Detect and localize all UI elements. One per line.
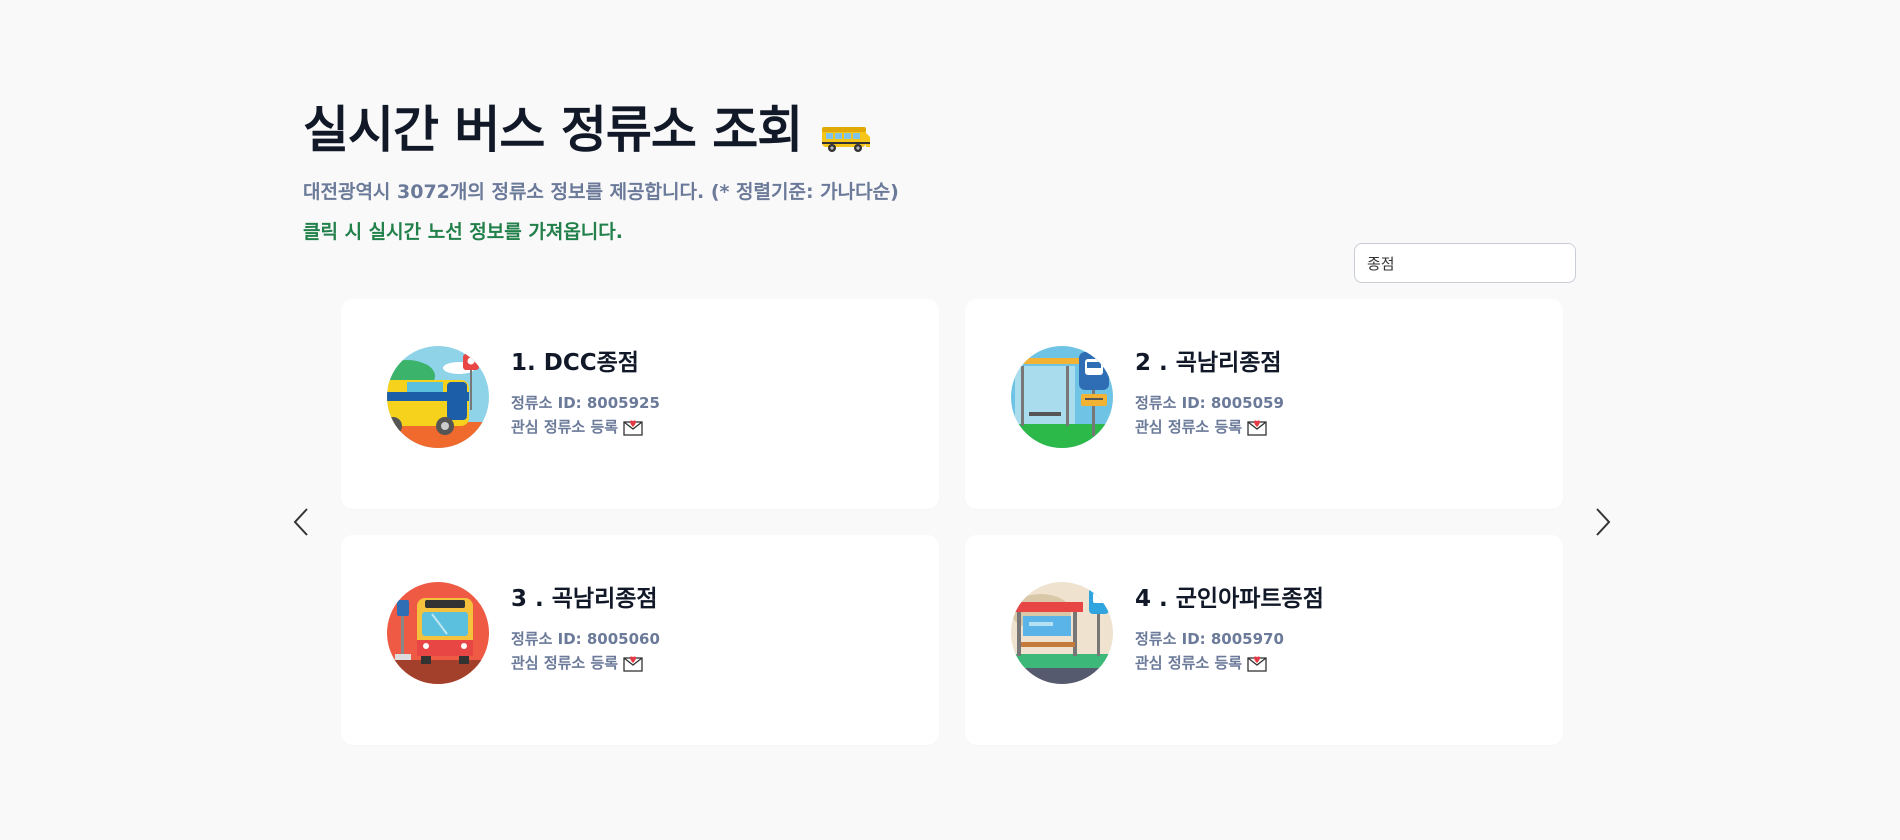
favorite-label: 관심 정류소 등록 [1135,418,1243,436]
favorite-stop-button[interactable]: 관심 정류소 등록 [1135,416,1267,437]
search-input[interactable] [1354,243,1576,283]
stop-id: 정류소 ID: 8005925 [511,394,660,412]
stop-card[interactable]: 1. DCC종점 정류소 ID: 8005925 관심 정류소 등록 [341,299,939,509]
stop-title: 2 . 곡남리종점 [1135,350,1282,376]
stop-title: 4 . 군인아파트종점 [1135,586,1324,612]
click-hint: 클릭 시 실시간 노선 정보를 가져옵니다. [303,221,623,243]
subtitle: 대전광역시 3072개의 정류소 정보를 제공합니다. (* 정렬기준: 가나다… [303,181,899,203]
stop-id: 정류소 ID: 8005060 [511,630,660,648]
yellow-bus-illustration [387,346,489,448]
stop-id: 정류소 ID: 8005059 [1135,394,1284,412]
stop-title: 3 . 곡남리종점 [511,586,658,612]
envelope-heart-icon [1247,654,1267,672]
stop-card[interactable]: 3 . 곡남리종점 정류소 ID: 8005060 관심 정류소 등록 [341,535,939,745]
favorite-label: 관심 정류소 등록 [511,654,619,672]
favorite-label: 관심 정류소 등록 [1135,654,1243,672]
stop-id: 정류소 ID: 8005970 [1135,630,1284,648]
favorite-stop-button[interactable]: 관심 정류소 등록 [511,416,643,437]
favorite-stop-button[interactable]: 관심 정류소 등록 [511,652,643,673]
red-bus-front-illustration [387,582,489,684]
envelope-heart-icon [623,654,643,672]
favorite-label: 관심 정류소 등록 [511,418,619,436]
page-title-text: 실시간 버스 정류소 조회 [303,101,803,159]
page-title: 실시간 버스 정류소 조회 [303,90,872,162]
envelope-heart-icon [623,418,643,436]
envelope-heart-icon [1247,418,1267,436]
carousel-next-button[interactable] [1587,505,1617,539]
chevron-left-icon [293,508,308,536]
school-bus-icon [820,109,872,152]
bus-stop-bench-illustration [1011,582,1113,684]
favorite-stop-button[interactable]: 관심 정류소 등록 [1135,652,1267,673]
stop-card[interactable]: 2 . 곡남리종점 정류소 ID: 8005059 관심 정류소 등록 [965,299,1563,509]
carousel-prev-button[interactable] [287,505,317,539]
stop-card[interactable]: 4 . 군인아파트종점 정류소 ID: 8005970 관심 정류소 등록 [965,535,1563,745]
bus-shelter-illustration [1011,346,1113,448]
chevron-right-icon [1596,508,1611,536]
stop-title: 1. DCC종점 [511,350,639,376]
